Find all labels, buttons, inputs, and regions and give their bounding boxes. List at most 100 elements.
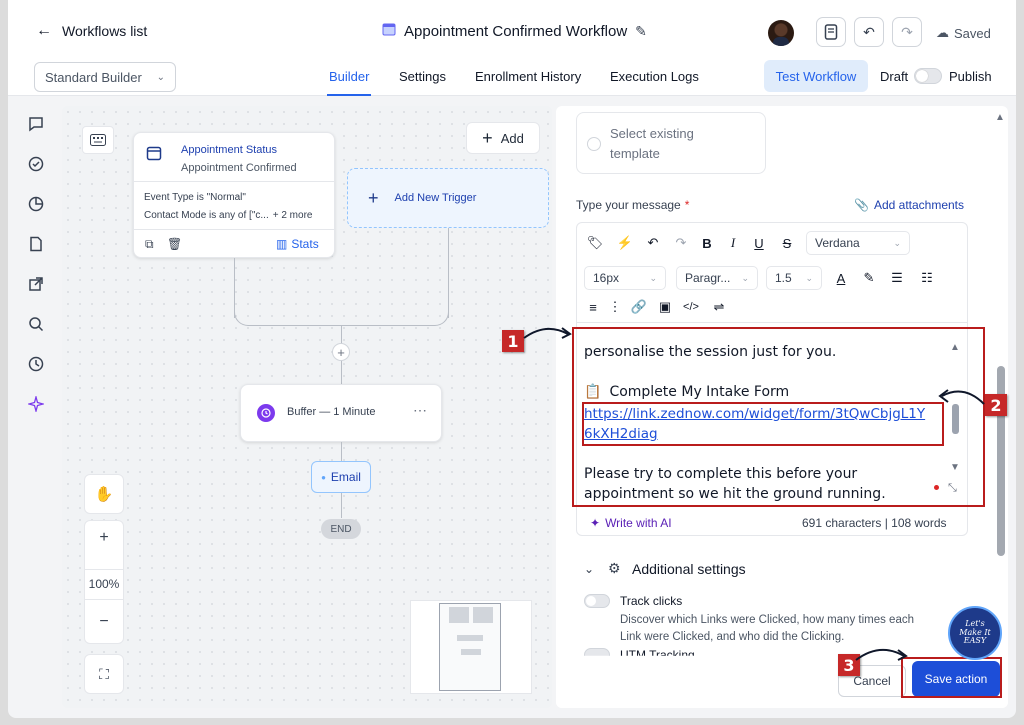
chevron-down-icon: ⌄ <box>741 272 749 283</box>
builder-select[interactable]: Standard Builder ⌄ <box>34 62 176 92</box>
add-attachments-button[interactable]: 📎 Add attachments <box>854 198 964 212</box>
undo-button[interactable]: ↶ <box>854 17 884 47</box>
check-circle-icon[interactable] <box>26 154 46 174</box>
lightning-icon[interactable]: ⚡ <box>616 234 634 252</box>
avatar[interactable] <box>768 20 794 46</box>
back-to-workflows-link[interactable]: ← Workflows list <box>36 22 147 40</box>
divider <box>134 229 334 230</box>
minimap[interactable] <box>410 600 532 694</box>
connector <box>341 493 342 518</box>
link-icon[interactable]: 🔗 <box>630 298 648 316</box>
write-with-ai-button[interactable]: ✦ Write with AI <box>590 516 672 530</box>
tab-builder[interactable]: Builder <box>326 69 372 96</box>
bold-icon[interactable]: B <box>698 234 716 252</box>
stats-button[interactable]: ▥ Stats <box>276 237 319 251</box>
pencil-icon[interactable]: ✎ <box>635 23 647 40</box>
track-clicks-toggle[interactable] <box>584 594 610 608</box>
end-node: END <box>321 519 361 539</box>
minimap-node <box>457 635 483 641</box>
file-icon[interactable] <box>26 234 46 254</box>
workflow-canvas[interactable]: + Add Appointment Status Appointment Con… <box>62 106 552 708</box>
minimap-node <box>461 649 481 655</box>
image-icon[interactable]: ▣ <box>656 298 674 316</box>
pie-chart-icon[interactable] <box>26 194 46 214</box>
notes-button[interactable] <box>816 17 846 47</box>
tab-settings[interactable]: Settings <box>399 69 446 84</box>
workflow-title[interactable]: Appointment Confirmed Workflow ✎ <box>382 22 647 40</box>
calendar-icon <box>146 145 162 161</box>
divider <box>85 599 123 600</box>
saved-label: Saved <box>954 25 991 41</box>
wrap-text-icon[interactable]: ⇌ <box>710 298 728 316</box>
publish-toggle[interactable] <box>914 68 942 84</box>
external-link-icon[interactable] <box>26 274 46 294</box>
undo-icon[interactable]: ↶ <box>644 234 662 252</box>
panel-scroll-up-icon[interactable]: ▲ <box>995 112 1005 123</box>
trigger-filter-1: Event Type is "Normal" <box>144 192 246 203</box>
paperclip-icon: 📎 <box>854 198 869 212</box>
buffer-step-card[interactable]: Buffer — 1 Minute ⋯ <box>240 384 442 442</box>
strikethrough-icon[interactable]: S <box>778 234 796 252</box>
highlighter-icon[interactable]: ✎ <box>860 269 878 287</box>
trash-icon[interactable]: 🗑 <box>167 237 182 251</box>
test-workflow-button[interactable]: Test Workflow <box>764 60 868 92</box>
more-options-icon[interactable]: ⋯ <box>413 402 427 419</box>
chevron-down-icon[interactable]: ⌄ <box>584 562 594 576</box>
font-family-select[interactable]: Verdana ⌄ <box>806 231 910 255</box>
add-step-button[interactable]: + <box>332 343 350 361</box>
redo-icon: ↷ <box>901 23 913 40</box>
pan-hand-button[interactable]: ✋ <box>84 474 124 514</box>
more-vertical-icon[interactable]: ⋮ <box>606 298 624 316</box>
add-button[interactable]: + Add <box>466 122 540 154</box>
tag-icon[interactable]: 🏷 <box>586 234 604 252</box>
history-icon[interactable] <box>26 354 46 374</box>
track-clicks-desc-1: Discover which Links were Clicked, how m… <box>620 614 914 626</box>
template-select-card[interactable]: Select existing template <box>576 112 766 174</box>
stats-label: Stats <box>291 237 319 251</box>
radio-icon[interactable] <box>587 137 601 151</box>
redo-icon[interactable]: ↷ <box>672 234 690 252</box>
sparkle-icon: ✦ <box>590 516 601 530</box>
trigger-more[interactable]: + 2 more <box>273 210 313 221</box>
chat-icon[interactable] <box>26 114 46 134</box>
underline-icon[interactable]: U <box>750 234 768 252</box>
saved-status: ☁ Saved <box>936 25 991 41</box>
tab-execution-logs[interactable]: Execution Logs <box>610 69 699 84</box>
redo-button[interactable]: ↷ <box>892 17 922 47</box>
code-icon[interactable]: </> <box>682 298 700 316</box>
bullet-list-icon[interactable]: ☰ <box>888 269 906 287</box>
keyboard-shortcuts-button[interactable] <box>82 126 114 154</box>
numbered-list-icon[interactable]: ☷ <box>918 269 936 287</box>
align-left-icon[interactable]: ≡ <box>584 298 602 316</box>
paragraph-select[interactable]: Paragr... ⌄ <box>676 266 758 290</box>
sparkle-icon[interactable] <box>26 394 46 414</box>
tab-enrollment-history[interactable]: Enrollment History <box>475 69 581 84</box>
arrow-left-icon: ← <box>36 22 52 39</box>
bar-chart-icon: ▥ <box>276 237 288 251</box>
line-height-select[interactable]: 1.5 ⌄ <box>766 266 822 290</box>
additional-settings-title[interactable]: Additional settings <box>632 561 746 577</box>
divider <box>85 569 123 570</box>
add-new-trigger-button[interactable]: + Add New Trigger <box>347 168 549 228</box>
search-icon[interactable] <box>26 314 46 334</box>
undo-icon: ↶ <box>863 23 875 40</box>
zoom-controls: + 100% − <box>84 520 124 644</box>
text-color-icon[interactable]: A <box>832 269 850 287</box>
email-step-card[interactable]: ● Email <box>311 461 371 493</box>
chevron-down-icon: ⌄ <box>156 71 165 83</box>
message-label-text: Type your message <box>576 198 681 212</box>
fit-view-button[interactable]: ⛶ <box>84 654 124 694</box>
attachments-label: Add attachments <box>873 198 965 212</box>
font-size-select[interactable]: 16px ⌄ <box>584 266 666 290</box>
connector <box>234 294 449 326</box>
zoom-in-button[interactable]: + <box>85 529 123 547</box>
zoom-out-button[interactable]: − <box>85 613 123 631</box>
trigger-card[interactable]: Appointment Status Appointment Confirmed… <box>133 132 335 258</box>
italic-icon[interactable]: I <box>724 234 742 252</box>
track-clicks-desc-2: Link were Clicked, and who did the Click… <box>620 631 845 643</box>
font-family-value: Verdana <box>815 236 860 250</box>
watermark-logo: Let's Make It EASY <box>948 606 1002 660</box>
connector <box>341 442 342 462</box>
copy-icon[interactable]: ⧉ <box>145 237 154 252</box>
message-label: Type your message * <box>576 198 689 212</box>
